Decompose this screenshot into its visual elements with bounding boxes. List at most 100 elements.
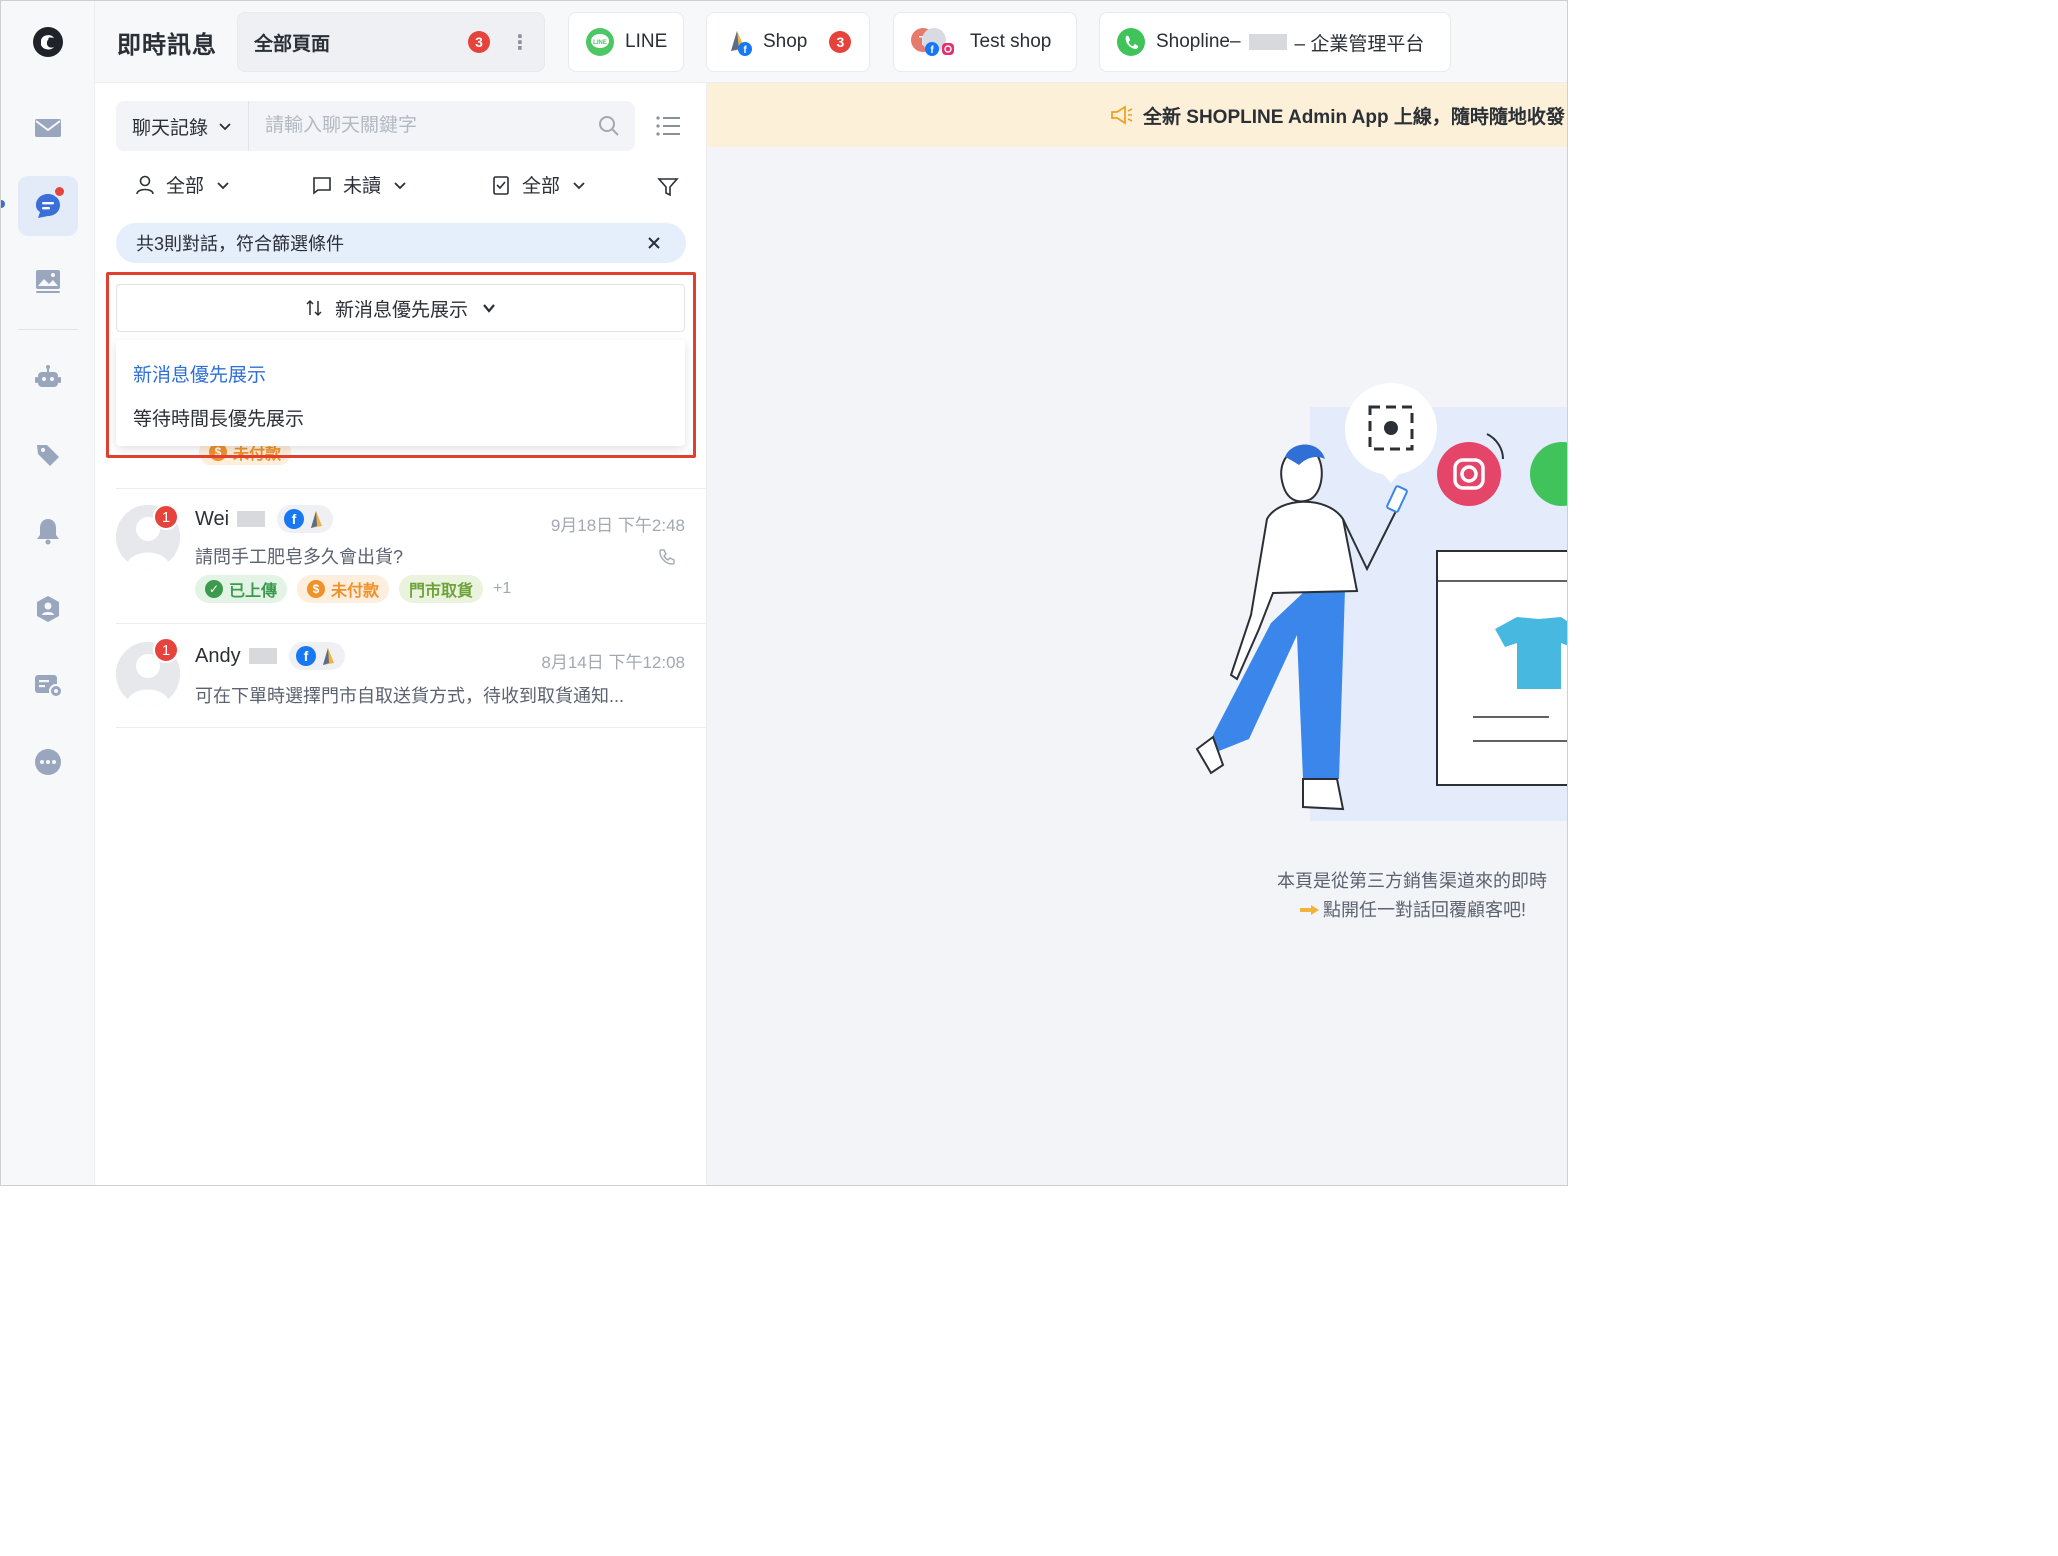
last-message: 請問手工肥皂多久會出貨? <box>195 547 404 567</box>
facebook-icon: f <box>295 646 316 666</box>
tag-unpaid: $ 未付款 <box>297 575 390 603</box>
list-view-icon[interactable] <box>655 113 681 139</box>
conversation-time: 9月18日 下午2:48 <box>550 516 685 535</box>
tab-label: Test shop <box>970 31 1052 52</box>
row-divider <box>116 727 706 728</box>
conversation-row[interactable]: 1 Wei f 9月18日 下午2:48 請問手工肥皂多久會出貨? ✓ 已上傳 $… <box>95 489 707 623</box>
chat-settings-icon <box>35 675 63 698</box>
empty-state-illustration <box>1195 383 1567 821</box>
redacted-block <box>1248 34 1287 50</box>
svg-text:f: f <box>303 648 308 664</box>
contact-name: Andy <box>195 644 241 667</box>
tab-shopline-platform[interactable]: Shopline– – 企業管理平台 <box>1099 12 1451 72</box>
tab-label-suffix: – 企業管理平台 <box>1294 33 1425 55</box>
app-logo-icon[interactable] <box>31 25 65 59</box>
last-message: 可在下單時選擇門市自取送貨方式，待收到取貨通知... <box>195 686 625 706</box>
tab-label: 全部頁面 <box>254 33 331 55</box>
megaphone-icon <box>1111 105 1133 125</box>
filter-result-banner: 共3則對話，符合篩選條件 <box>116 223 686 263</box>
test-shop-icon: Tf <box>910 27 956 57</box>
filter-read-state[interactable]: 未讀 <box>311 171 407 198</box>
tab-line[interactable]: LINE LINE <box>568 12 684 72</box>
tag-uploaded: ✓ 已上傳 <box>195 575 288 603</box>
filter-order-state[interactable]: 全部 <box>490 171 586 198</box>
nav-inbox[interactable] <box>18 98 78 158</box>
conversation-list-panel: 聊天記錄 全部 未讀 全部 <box>95 83 707 1185</box>
line-icon: LINE <box>585 27 615 57</box>
contact-name: Wei <box>195 507 230 530</box>
conversation-time: 8月14日 下午12:08 <box>541 653 685 672</box>
filter-assignee[interactable]: 全部 <box>134 171 230 198</box>
nav-more[interactable] <box>18 732 78 792</box>
filter-read-state-label: 未讀 <box>343 176 382 197</box>
search-scope-select[interactable]: 聊天記錄 <box>116 101 249 151</box>
chevron-down-icon <box>217 181 229 189</box>
notification-dot <box>53 185 66 198</box>
pointing-hand-icon <box>1300 905 1319 915</box>
filter-funnel-icon[interactable] <box>656 175 680 199</box>
chevron-down-icon <box>394 181 406 189</box>
redacted-block <box>248 648 277 664</box>
close-icon[interactable] <box>644 233 664 253</box>
kebab-menu-icon[interactable]: ⋮ <box>510 30 530 55</box>
redacted-block <box>237 511 266 527</box>
chevron-down-icon <box>573 181 585 189</box>
image-icon <box>36 270 60 293</box>
page-title: 即時訊息 <box>117 32 217 59</box>
rail-divider <box>18 329 78 330</box>
unread-count-badge: 1 <box>153 504 179 530</box>
shop-page-icon: f <box>723 27 753 57</box>
clipboard-check-icon <box>493 175 509 195</box>
nav-tags[interactable] <box>18 425 78 485</box>
nav-messages[interactable] <box>18 176 78 236</box>
more-tags-count[interactable]: +1 <box>493 580 511 598</box>
mail-icon <box>35 119 61 137</box>
nav-media[interactable] <box>18 251 78 311</box>
source-channel-pill: f <box>277 505 334 533</box>
user-icon <box>136 175 154 194</box>
empty-state-line-1: 本頁是從第三方銷售渠道來的即時 <box>1277 871 1547 891</box>
customer-shield-icon <box>37 596 59 622</box>
svg-text:f: f <box>292 511 297 527</box>
search-bar: 聊天記錄 <box>116 101 635 151</box>
facebook-icon: f <box>284 509 305 529</box>
nav-notifications[interactable] <box>18 501 78 561</box>
nav-rail <box>1 1 95 1185</box>
empty-state-text: 本頁是從第三方銷售渠道來的即時 點開任一對話回覆顧客吧! <box>1277 867 1547 925</box>
tab-shop[interactable]: f Shop 3 <box>706 12 870 72</box>
tag-list: ✓ 已上傳 $ 未付款 門市取貨 +1 <box>195 575 511 603</box>
conversation-detail-empty: 全新 SHOPLINE Admin App 上線，隨時隨地收發 本頁是從第三方銷… <box>707 83 1567 1185</box>
announcement-banner[interactable]: 全新 SHOPLINE Admin App 上線，隨時隨地收發 <box>707 83 1567 147</box>
app-window: 即時訊息 全部頁面 3 ⋮ LINE LINE f Shop 3 Tf Test… <box>0 0 1568 1186</box>
search-icon[interactable] <box>597 114 621 138</box>
empty-state-line-2-wrap: 點開任一對話回覆顧客吧! <box>1277 896 1547 925</box>
bell-icon <box>37 519 59 545</box>
tag-icon <box>37 445 59 466</box>
tab-test-shop[interactable]: Tf Test shop <box>893 12 1077 72</box>
filter-row: 全部 未讀 全部 <box>116 171 686 203</box>
nav-bot[interactable] <box>18 348 78 408</box>
shop-page-icon <box>322 648 334 665</box>
search-input[interactable] <box>249 101 635 151</box>
phone-icon <box>659 549 675 565</box>
unread-badge: 3 <box>829 31 852 53</box>
filter-order-state-label: 全部 <box>522 176 561 197</box>
whatsapp-icon <box>1116 27 1146 57</box>
tab-label: Shop <box>763 31 808 52</box>
robot-icon <box>35 365 61 387</box>
top-bar: 即時訊息 全部頁面 3 ⋮ LINE LINE f Shop 3 Tf Test… <box>95 1 1567 83</box>
tab-label-prefix: Shopline– <box>1156 31 1241 52</box>
filter-assignee-label: 全部 <box>166 176 205 197</box>
tag-store-pickup: 門市取貨 <box>399 575 484 603</box>
contact-name-row: Wei f <box>195 505 334 533</box>
conversation-row[interactable]: 1 Andy f 8月14日 下午12:08 可在下單時選擇門市自取送貨方式，待… <box>95 624 707 727</box>
tab-all-pages[interactable]: 全部頁面 3 ⋮ <box>237 12 545 72</box>
active-indicator <box>1 200 5 208</box>
tab-label: LINE <box>625 31 668 52</box>
chevron-down-icon <box>219 123 231 131</box>
annotation-highlight-box <box>106 272 696 458</box>
nav-settings-chat[interactable] <box>18 655 78 715</box>
nav-customers[interactable] <box>18 579 78 639</box>
announcement-text: 全新 SHOPLINE Admin App 上線，隨時隨地收發 <box>1143 106 1565 128</box>
contact-name-row: Andy f <box>195 642 345 670</box>
